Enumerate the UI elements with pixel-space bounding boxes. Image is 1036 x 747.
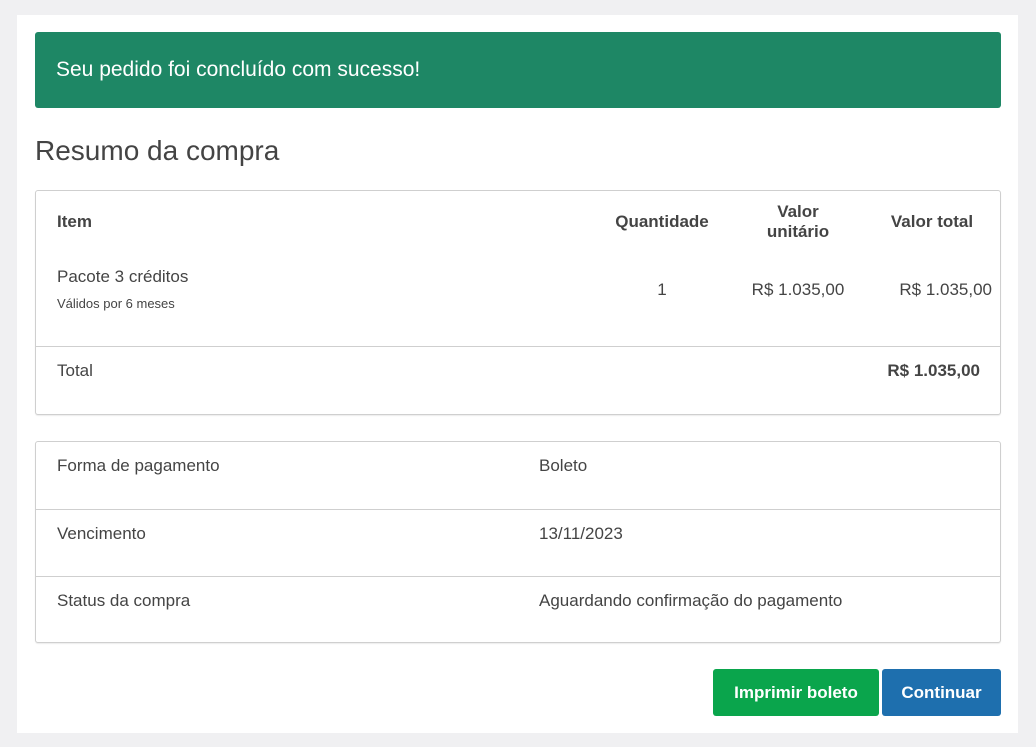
header-unit-value: Valor unitário — [738, 202, 858, 242]
print-boleto-button[interactable]: Imprimir boleto — [713, 669, 879, 716]
order-confirmation-page: Seu pedido foi concluído com sucesso! Re… — [17, 15, 1018, 733]
header-item: Item — [57, 212, 92, 231]
total-label: Total — [57, 361, 93, 380]
item-unit-value: R$ 1.035,00 — [751, 280, 845, 299]
continue-button[interactable]: Continuar — [882, 669, 1001, 716]
due-date-label: Vencimento — [57, 524, 146, 543]
purchase-summary-table: Item Quantidade Valor unitário Valor tot… — [35, 190, 1001, 415]
item-name: Pacote 3 créditos — [57, 267, 189, 286]
payment-row-status: Status da compra Aguardando confirmação … — [36, 576, 1000, 644]
success-alert: Seu pedido foi concluído com sucesso! — [35, 32, 1001, 108]
success-alert-message: Seu pedido foi concluído com sucesso! — [56, 58, 421, 81]
due-date-value: 13/11/2023 — [539, 524, 623, 543]
header-total-value: Valor total — [890, 212, 974, 231]
payment-row-due-date: Vencimento 13/11/2023 — [36, 509, 1000, 577]
header-unit-value-line2: unitário — [766, 222, 830, 241]
payment-method-label: Forma de pagamento — [57, 456, 220, 475]
item-quantity: 1 — [657, 280, 667, 299]
payment-method-value: Boleto — [539, 456, 588, 475]
payment-row-method: Forma de pagamento Boleto — [36, 442, 1000, 509]
total-value: R$ 1.035,00 — [887, 361, 980, 380]
header-unit-value-line1: Valor — [777, 202, 819, 221]
page-title: Resumo da compra — [35, 135, 280, 166]
header-quantity: Quantidade — [615, 212, 709, 231]
item-total-value: R$ 1.035,00 — [899, 280, 992, 299]
summary-divider — [36, 346, 1000, 347]
status-value: Aguardando confirmação do pagamento — [539, 591, 843, 610]
payment-details: Forma de pagamento Boleto Vencimento 13/… — [35, 441, 1001, 643]
item-subtitle: Válidos por 6 meses — [57, 296, 175, 311]
status-label: Status da compra — [57, 591, 191, 610]
